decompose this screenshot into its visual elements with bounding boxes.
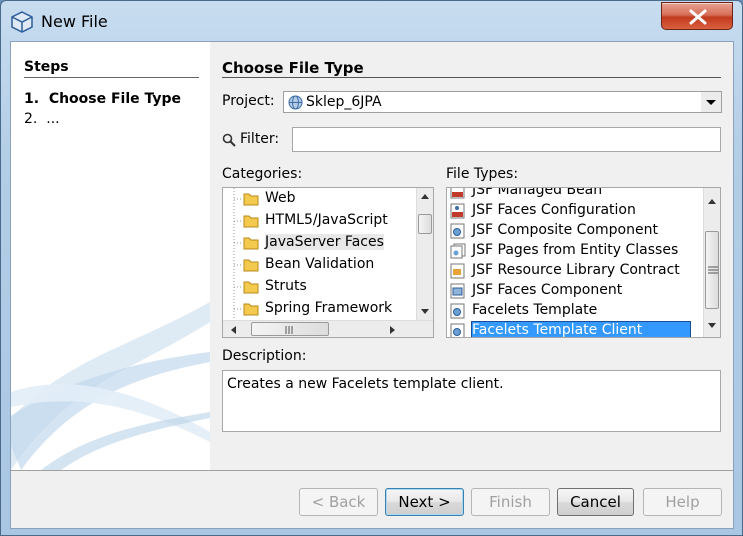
library-icon — [450, 263, 465, 279]
search-icon — [222, 133, 236, 147]
new-file-dialog: New File Steps 1. Choose File Type 2. ..… — [0, 0, 743, 536]
help-button[interactable]: Help — [643, 488, 722, 516]
scroll-up-icon[interactable] — [707, 197, 717, 205]
close-button[interactable] — [661, 2, 733, 30]
folder-icon — [243, 215, 259, 228]
chevron-down-icon[interactable] — [701, 92, 721, 112]
scrollbar-thumb[interactable] — [251, 322, 329, 336]
list-item-label: JSF Resource Library Contract — [472, 262, 680, 278]
dialog-client-area: Steps 1. Choose File Type 2. ... Choose … — [10, 41, 734, 529]
xml-config-icon — [450, 203, 465, 219]
steps-panel: Steps 1. Choose File Type 2. ... — [11, 42, 210, 470]
tree-item-label: Bean Validation — [265, 256, 375, 272]
categories-vertical-scrollbar[interactable] — [416, 188, 433, 320]
steps-title: Steps — [24, 59, 69, 75]
file-types-list[interactable]: JSF Managed Bean JSF Faces Configuration… — [446, 187, 721, 338]
cancel-button[interactable]: Cancel — [557, 488, 634, 516]
grip-icon — [285, 326, 293, 334]
tree-item-label: Struts — [265, 278, 307, 294]
file-types-label: File Types: — [446, 166, 519, 182]
folder-icon — [243, 193, 259, 206]
grip-icon — [708, 266, 718, 274]
folder-icon — [243, 259, 259, 272]
step-2: 2. ... — [24, 111, 60, 127]
step-label: ... — [46, 111, 60, 127]
folder-icon — [243, 237, 259, 250]
back-button[interactable]: < Back — [299, 488, 378, 516]
web-page-icon — [450, 303, 465, 319]
step-label: Choose File Type — [48, 91, 182, 107]
title-bar[interactable]: New File — [1, 1, 742, 41]
categories-label: Categories: — [222, 166, 303, 182]
divider — [24, 77, 199, 78]
step-number: 2. — [24, 111, 38, 127]
scroll-down-icon[interactable] — [707, 322, 717, 330]
list-item-label: JSF Faces Configuration — [472, 202, 636, 218]
scroll-right-icon[interactable] — [389, 325, 397, 335]
window-title: New File — [41, 12, 108, 31]
divider — [222, 77, 721, 78]
step-1: 1. Choose File Type — [24, 91, 181, 107]
list-item-label: JSF Composite Component — [472, 222, 658, 238]
scroll-down-icon[interactable] — [420, 308, 430, 316]
filter-input[interactable] — [292, 127, 721, 152]
categories-horizontal-scrollbar[interactable] — [223, 320, 433, 337]
netbeans-cube-icon — [11, 11, 33, 33]
list-item-label: JSF Pages from Entity Classes — [472, 242, 679, 258]
categories-tree[interactable]: Web HTML5/JavaScript JavaServer Faces Be… — [222, 187, 434, 338]
scrollbar-thumb[interactable] — [705, 231, 719, 309]
list-item-label: Facelets Template Client — [470, 321, 692, 337]
divider — [11, 470, 733, 471]
close-icon — [689, 9, 707, 25]
folder-icon — [243, 303, 259, 316]
scroll-up-icon[interactable] — [420, 192, 430, 200]
web-page-icon — [450, 323, 465, 337]
description-label: Description: — [222, 348, 307, 364]
component-icon — [450, 283, 465, 299]
java-bean-icon — [450, 188, 465, 199]
folder-icon — [243, 281, 259, 294]
scroll-left-icon[interactable] — [229, 325, 237, 335]
pages-icon — [450, 243, 466, 259]
project-label: Project: — [222, 93, 275, 109]
tree-item-label: HTML5/JavaScript — [265, 212, 388, 228]
filter-label: Filter: — [240, 131, 280, 147]
step-number: 1. — [24, 91, 40, 107]
tree-item-label: Spring Framework — [265, 300, 393, 316]
project-globe-icon — [288, 95, 303, 110]
list-item-label: JSF Faces Component — [472, 282, 623, 298]
web-page-icon — [450, 223, 465, 239]
file-types-vertical-scrollbar[interactable] — [703, 188, 720, 337]
panel-heading: Choose File Type — [222, 59, 364, 77]
list-item-label: Facelets Template — [472, 302, 598, 318]
list-item-label: JSF Managed Bean — [472, 187, 603, 198]
background-swoosh-graphic — [11, 302, 210, 470]
description-box: Creates a new Facelets template client. — [222, 370, 721, 432]
project-value: Sklep_6JPA — [306, 94, 382, 110]
tree-item-label: Web — [265, 190, 296, 206]
description-text: Creates a new Facelets template client. — [227, 376, 504, 392]
project-combobox[interactable]: Sklep_6JPA — [283, 91, 722, 113]
scrollbar-thumb[interactable] — [418, 214, 432, 234]
next-button[interactable]: Next > — [385, 488, 464, 516]
finish-button[interactable]: Finish — [471, 488, 550, 516]
choose-file-type-panel: Choose File Type Project: Sklep_6JPA Fil… — [210, 42, 733, 470]
tree-item-label: JavaServer Faces — [265, 234, 384, 250]
